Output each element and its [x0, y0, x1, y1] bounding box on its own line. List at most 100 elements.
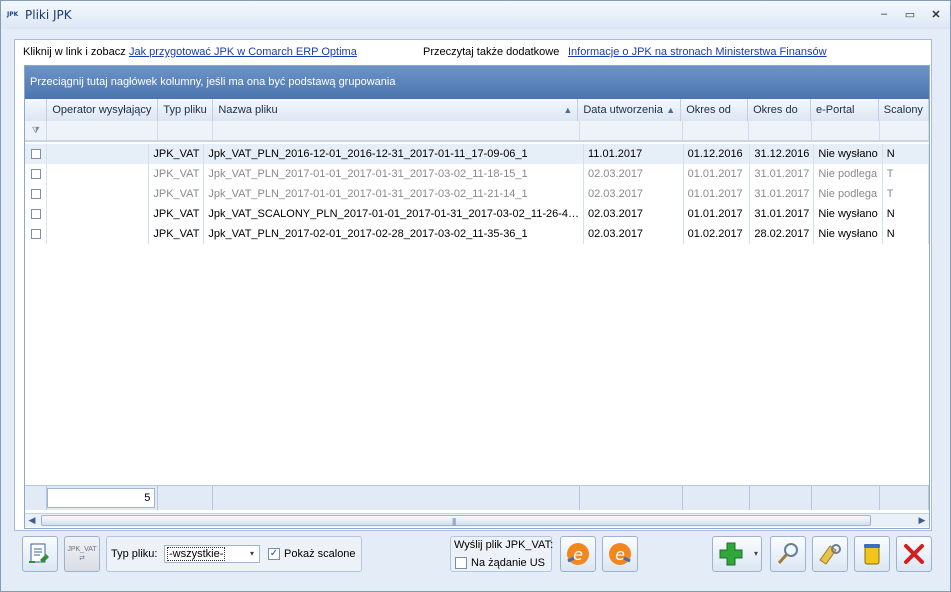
jpk-vat-button[interactable]: JPK_VAT ⇄ [64, 536, 100, 572]
sort-asc-icon: ▲ [563, 104, 573, 115]
delete-button[interactable] [854, 536, 890, 572]
jpk-howto-link[interactable]: Jak przygotować JPK w Comarch ERP Optima [129, 46, 357, 58]
cell-eportal: Nie wysłano [813, 224, 883, 244]
chevron-down-icon[interactable]: ▾ [754, 549, 758, 558]
minimize-button[interactable]: – [876, 7, 892, 21]
window-title: Pliki JPK [25, 8, 72, 22]
filter-icon[interactable]: ⧩ [25, 121, 48, 142]
wyslij-label: Wyślij plik JPK_VAT: [454, 539, 554, 551]
svg-text:e: e [615, 545, 625, 564]
filter-row: ⧩ [25, 121, 929, 142]
cell-scalony: N [882, 144, 929, 164]
row-checkbox[interactable] [30, 189, 41, 200]
close-window-button[interactable] [896, 536, 932, 572]
typ-pliku-select[interactable]: -wszystkie- ▾ [164, 545, 260, 563]
cell-typ: JPK_VAT [148, 204, 205, 224]
col-select[interactable] [25, 99, 48, 122]
scroll-right-icon[interactable]: ▶ [915, 514, 929, 527]
pokaz-scalone-checkbox[interactable]: ✓ [268, 548, 280, 560]
filter-cell[interactable] [212, 121, 580, 142]
grip-icon: ||| [452, 517, 456, 526]
col-e-portal[interactable]: e-Portal [810, 99, 879, 122]
col-okres-od[interactable]: Okres od [680, 99, 749, 122]
cell-data: 02.03.2017 [583, 224, 684, 244]
cell-do: 31.01.2017 [749, 184, 815, 204]
col-nazwa-pliku[interactable]: Nazwa pliku ▲ [212, 99, 579, 122]
filter-cell[interactable] [811, 121, 881, 142]
table-row[interactable]: JPK_VAT Jpk_VAT_PLN_2016-12-01_2016-12-3… [25, 144, 929, 164]
cell-do: 31.12.2016 [749, 144, 815, 164]
cell-scalony: N [882, 224, 929, 244]
table-row[interactable]: JPK_VAT Jpk_VAT_PLN_2017-01-01_2017-01-3… [25, 164, 929, 184]
col-operator[interactable]: Operator wysyłający [46, 99, 159, 122]
row-checkbox[interactable] [30, 169, 41, 180]
table-row[interactable]: JPK_VAT Jpk_VAT_SCALONY_PLN_2017-01-01_2… [25, 204, 929, 224]
cell-do: 31.01.2017 [749, 204, 815, 224]
jpk-app-icon: JPK [7, 11, 19, 18]
col-data-label: Data utworzenia [583, 103, 663, 116]
cell-eportal: Nie wysłano [813, 204, 883, 224]
cell-scalony: T [882, 184, 929, 204]
close-icon [904, 544, 924, 564]
bottom-toolbar: JPK_VAT ⇄ Typ pliku: -wszystkie- ▾ ✓ Poka… [1, 531, 950, 591]
cell-eportal: Nie podlega [813, 164, 883, 184]
row-checkbox[interactable] [30, 209, 41, 220]
cell-operator [46, 184, 150, 204]
send-group: Wyślij plik JPK_VAT: Na żądanie US [450, 536, 554, 572]
close-button[interactable]: ✕ [928, 7, 944, 21]
filter-cell[interactable] [579, 121, 683, 142]
col-scalony[interactable]: Scalony [878, 99, 929, 122]
cell-typ: JPK_VAT [148, 224, 205, 244]
chevron-down-icon[interactable]: ▾ [245, 546, 259, 562]
col-data-utworzenia[interactable]: Data utworzenia ▲ [577, 99, 682, 122]
filter-cell[interactable] [879, 121, 929, 142]
info-line: Kliknij w link i zobacz Jak przygotować … [23, 46, 923, 60]
table-row[interactable]: JPK_VAT Jpk_VAT_PLN_2017-02-01_2017-02-2… [25, 224, 929, 244]
row-checkbox[interactable] [30, 149, 41, 160]
title-bar: JPK Pliki JPK – ▭ ✕ [1, 1, 950, 29]
row-checkbox[interactable] [30, 229, 41, 240]
typ-pliku-value: -wszystkie- [167, 547, 226, 561]
na-zadanie-checkbox[interactable] [455, 557, 467, 569]
scroll-left-icon[interactable]: ◀ [25, 514, 39, 527]
cell-eportal: Nie podlega [813, 184, 883, 204]
cell-operator [46, 164, 150, 184]
cell-od: 01.01.2017 [683, 184, 751, 204]
pokaz-scalone-label: Pokaż scalone [284, 548, 356, 560]
send-eportal-button[interactable]: e [560, 536, 596, 572]
edit-button[interactable] [812, 536, 848, 572]
preview-button[interactable] [770, 536, 806, 572]
jpk-files-grid: Przeciągnij tutaj nagłówek kolumny, jeśl… [24, 65, 930, 529]
maximize-button[interactable]: ▭ [902, 7, 918, 21]
na-zadanie-label: Na żądanie US [471, 557, 545, 569]
cell-od: 01.01.2017 [683, 204, 751, 224]
grid-header: Operator wysyłający Typ pliku Nazwa plik… [25, 99, 929, 122]
cell-data: 02.03.2017 [583, 184, 684, 204]
cell-typ: JPK_VAT [148, 144, 205, 164]
scroll-thumb[interactable]: ||| [41, 515, 871, 526]
cell-nazwa: Jpk_VAT_PLN_2017-01-01_2017-01-31_2017-0… [203, 184, 584, 204]
cell-operator [46, 204, 150, 224]
cell-scalony: T [882, 164, 929, 184]
cell-od: 01.01.2017 [683, 164, 751, 184]
receive-upo-button[interactable]: e [602, 536, 638, 572]
filter-cell[interactable] [748, 121, 813, 142]
export-jpk-button[interactable] [22, 536, 58, 572]
cell-od: 01.02.2017 [683, 224, 751, 244]
main-panel: Kliknij w link i zobacz Jak przygotować … [14, 39, 932, 531]
group-by-panel[interactable]: Przeciągnij tutaj nagłówek kolumny, jeśl… [25, 66, 929, 99]
table-row[interactable]: JPK_VAT Jpk_VAT_PLN_2017-01-01_2017-01-3… [25, 184, 929, 204]
filter-cell[interactable] [46, 121, 159, 142]
ministry-info-link[interactable]: Informacje o JPK na stronach Ministerstw… [568, 46, 827, 58]
col-typ-pliku[interactable]: Typ pliku [157, 99, 214, 122]
cell-operator [46, 144, 150, 164]
cell-nazwa: Jpk_VAT_PLN_2017-01-01_2017-01-31_2017-0… [203, 164, 584, 184]
col-okres-do[interactable]: Okres do [747, 99, 811, 122]
filter-cell[interactable] [682, 121, 750, 142]
horizontal-scrollbar[interactable]: ◀ ||| ▶ [25, 513, 929, 527]
trash-icon [864, 544, 880, 565]
add-button[interactable]: ▾ [712, 536, 762, 572]
filter-cell[interactable] [157, 121, 213, 142]
grid-rows: JPK_VAT Jpk_VAT_PLN_2016-12-01_2016-12-3… [25, 144, 929, 244]
plus-icon [719, 542, 743, 566]
